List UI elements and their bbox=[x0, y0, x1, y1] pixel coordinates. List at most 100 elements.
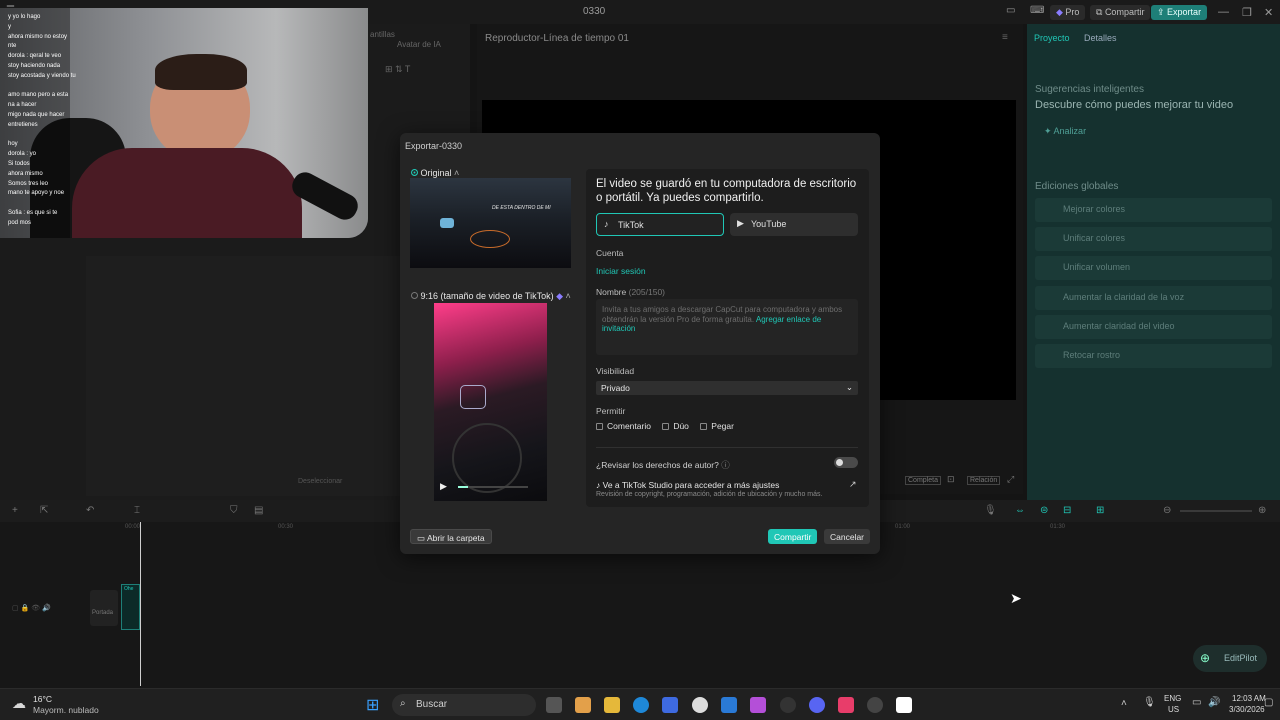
youtube-tab[interactable]: ▶ YouTube bbox=[730, 213, 858, 236]
tiktok-tab[interactable]: ♪ TikTok bbox=[596, 213, 724, 236]
clock-time[interactable]: 12:03 AM bbox=[1232, 694, 1266, 703]
mic-icon[interactable]: 🎙 bbox=[984, 505, 997, 516]
complete-button[interactable]: Completa bbox=[905, 476, 941, 485]
notifications-icon[interactable]: ▢ bbox=[1264, 697, 1273, 708]
person-hoodie bbox=[72, 148, 302, 238]
info-icon[interactable]: ⓘ bbox=[721, 460, 730, 470]
grid-view-icon[interactable]: ⊞ ⇅ T bbox=[385, 64, 410, 75]
chevron-up-icon[interactable]: ˄ bbox=[1121, 698, 1127, 709]
mic-tray-icon[interactable]: 🎙 bbox=[1143, 697, 1156, 708]
media-hint: Deseleccionar bbox=[298, 478, 343, 485]
analyze-button[interactable]: ✦ Analizar bbox=[1044, 126, 1086, 137]
radio-original[interactable] bbox=[411, 169, 418, 176]
visibility-select[interactable]: Privado ⌄ bbox=[596, 381, 858, 395]
retouch-face-item[interactable]: Retocar rostro bbox=[1035, 344, 1272, 368]
tab-avatar-ia[interactable]: Avatar de IA bbox=[397, 40, 441, 49]
taskbar-search[interactable]: ⌕ Buscar bbox=[392, 694, 536, 716]
player-menu-icon[interactable]: ≡ bbox=[1002, 32, 1008, 43]
mail-icon[interactable] bbox=[721, 697, 737, 713]
copyright-toggle[interactable] bbox=[834, 457, 858, 468]
snap-icon[interactable]: ⊟ bbox=[1063, 505, 1071, 516]
zoom-slider[interactable] bbox=[1180, 510, 1252, 512]
video-clarity-item[interactable]: Aumentar claridad del video bbox=[1035, 315, 1272, 339]
windows-start-icon[interactable]: ⊞ bbox=[366, 695, 379, 715]
chat-line: stoy haciendo nada bbox=[8, 63, 61, 69]
alien-app-icon[interactable] bbox=[692, 697, 708, 713]
cover-button[interactable]: Portada bbox=[90, 590, 118, 626]
layout-icon[interactable]: ▭ bbox=[1006, 5, 1015, 16]
tab-detalles[interactable]: Detalles bbox=[1084, 33, 1117, 43]
diamond-icon: ◆ bbox=[556, 291, 564, 301]
lang-code[interactable]: ENG bbox=[1164, 694, 1181, 703]
voice-clarity-item[interactable]: Aumentar la claridad de la voz bbox=[1035, 286, 1272, 310]
share-button[interactable]: ⧉ Compartir bbox=[1090, 5, 1151, 20]
crop-icon[interactable]: ⊡ bbox=[947, 474, 955, 485]
add-track-icon[interactable]: + bbox=[12, 505, 18, 516]
time-marker: 00:30 bbox=[278, 524, 294, 530]
network-icon[interactable]: ▭ bbox=[1192, 697, 1201, 708]
volume-icon[interactable]: 🔊 bbox=[1208, 697, 1220, 708]
capcut-icon[interactable] bbox=[896, 697, 912, 713]
name-textarea[interactable]: Invita a tus amigos a descargar CapCut p… bbox=[596, 299, 858, 355]
copilot-icon[interactable] bbox=[575, 697, 591, 713]
clock-date[interactable]: 3/30/2026 bbox=[1229, 705, 1265, 714]
zoom-out-icon[interactable]: ⊖ bbox=[1163, 505, 1171, 516]
tab-plantillas[interactable]: antillas bbox=[370, 30, 395, 39]
preview-axis-icon[interactable]: ⊞ bbox=[1096, 505, 1104, 516]
tiktok-app-icon[interactable] bbox=[838, 697, 854, 713]
playhead[interactable] bbox=[140, 522, 141, 686]
link-icon[interactable]: ⇔ bbox=[1015, 505, 1025, 516]
maximize-icon[interactable]: ❐ bbox=[1242, 6, 1252, 19]
media-player-icon[interactable] bbox=[867, 697, 883, 713]
editpilot-button[interactable]: ⊕ EditPilot bbox=[1193, 645, 1267, 672]
task-view-icon[interactable] bbox=[546, 697, 562, 713]
enhance-colors-item[interactable]: Mejorar colores bbox=[1035, 198, 1272, 222]
undo-icon[interactable]: ↶ bbox=[86, 505, 94, 516]
stitch-checkbox[interactable]: Pegar bbox=[700, 421, 734, 431]
chat-line: nte bbox=[8, 43, 17, 50]
play-icon[interactable]: ▶ bbox=[440, 481, 447, 492]
unify-volume-item[interactable]: Unificar volumen bbox=[1035, 256, 1272, 280]
close-icon[interactable]: ✕ bbox=[1264, 6, 1273, 19]
fullscreen-icon[interactable]: ⤢ bbox=[1007, 474, 1014, 485]
zoom-fit-icon[interactable]: ⊕ bbox=[1258, 505, 1266, 516]
edge-icon[interactable] bbox=[633, 697, 649, 713]
weather-icon[interactable]: ☁ bbox=[12, 695, 26, 712]
pro-button[interactable]: ◆ Pro bbox=[1050, 5, 1086, 20]
shortcuts-icon[interactable]: ⌨ bbox=[1030, 5, 1044, 16]
export-button[interactable]: ⇪ Exportar bbox=[1151, 5, 1208, 20]
minimize-icon[interactable]: — bbox=[1218, 6, 1229, 18]
tab-proyecto[interactable]: Proyecto bbox=[1034, 33, 1070, 43]
shield-icon[interactable]: ⛉ bbox=[230, 505, 238, 516]
file-explorer-icon[interactable] bbox=[604, 697, 620, 713]
open-folder-button[interactable]: ▭ Abrir la carpeta bbox=[410, 529, 492, 544]
share-submit-button[interactable]: Compartir bbox=[768, 529, 818, 544]
split-icon[interactable]: ⌶ bbox=[134, 505, 140, 516]
duet-checkbox[interactable]: Dúo bbox=[662, 421, 689, 431]
temperature[interactable]: 16°C bbox=[33, 694, 52, 704]
m365-icon[interactable] bbox=[750, 697, 766, 713]
studio-link[interactable]: ♪ Ve a TikTok Studio para acceder a más … bbox=[596, 480, 779, 490]
diamond-icon: ◆ bbox=[1056, 7, 1066, 17]
video-clip[interactable]: Ohe bbox=[121, 584, 140, 630]
lang-region[interactable]: US bbox=[1168, 705, 1179, 714]
ratio-button[interactable]: Relación bbox=[967, 476, 1001, 485]
radio-ratio[interactable] bbox=[411, 292, 418, 299]
progress-track[interactable] bbox=[458, 486, 528, 488]
chatgpt-icon[interactable] bbox=[780, 697, 796, 713]
cancel-button[interactable]: Cancelar bbox=[824, 529, 871, 544]
steering-wheel bbox=[452, 423, 522, 493]
comment-checkbox[interactable]: Comentario bbox=[596, 421, 651, 431]
original-option[interactable]: Original ˄ bbox=[411, 168, 459, 178]
external-link-icon[interactable]: ↗ bbox=[849, 479, 857, 490]
weather-status[interactable]: Mayorm. nublado bbox=[33, 705, 99, 715]
ratio-option[interactable]: 9:16 (tamaño de video de TikTok) ◆ ˄ bbox=[411, 291, 571, 302]
track-controls[interactable]: ▢ 🔒 👁 🔊 bbox=[12, 604, 51, 612]
discord-icon[interactable] bbox=[809, 697, 825, 713]
login-link[interactable]: Iniciar sesión bbox=[596, 266, 646, 276]
select-tool-icon[interactable]: ⇱ bbox=[40, 505, 48, 516]
unify-colors-item[interactable]: Unificar colores bbox=[1035, 227, 1272, 251]
caption-icon[interactable]: ▤ bbox=[254, 505, 263, 516]
store-icon[interactable] bbox=[662, 697, 678, 713]
magnet-icon[interactable]: ⊜ bbox=[1040, 505, 1048, 516]
